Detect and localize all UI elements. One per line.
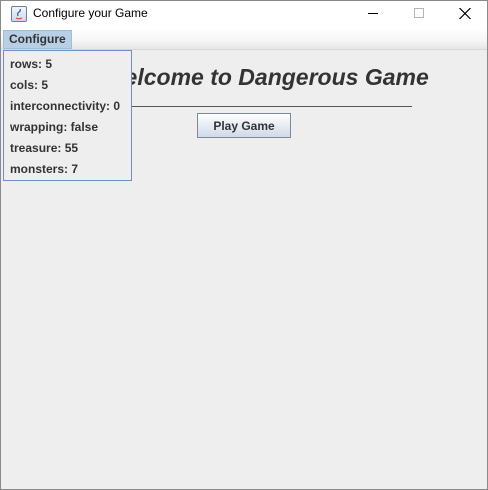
minimize-icon — [368, 13, 378, 14]
menu-item-treasure[interactable]: treasure: 55 — [10, 138, 78, 158]
menu-configure[interactable]: Configure — [3, 30, 72, 49]
configure-dropdown-menu: rows: 5 cols: 5 interconnectivity: 0 wra… — [3, 50, 132, 181]
menu-item-rows[interactable]: rows: 5 — [10, 54, 52, 74]
window-title: Configure your Game — [33, 6, 148, 20]
close-icon — [459, 8, 471, 20]
menu-item-wrapping[interactable]: wrapping: false — [10, 117, 98, 137]
java-app-icon — [11, 6, 27, 22]
title-bar[interactable]: Configure your Game — [1, 1, 487, 28]
maximize-icon — [414, 8, 424, 18]
menu-item-interconnectivity[interactable]: interconnectivity: 0 — [10, 96, 120, 116]
close-button[interactable] — [442, 1, 487, 28]
play-game-button[interactable]: Play Game — [197, 113, 291, 138]
maximize-button[interactable] — [396, 1, 442, 28]
game-config-window: Configure your Game Configure Welcome to… — [0, 0, 488, 490]
menu-item-monsters[interactable]: monsters: 7 — [10, 159, 78, 179]
menu-item-cols[interactable]: cols: 5 — [10, 75, 48, 95]
minimize-button[interactable] — [350, 1, 396, 28]
menu-bar: Configure — [1, 28, 487, 50]
